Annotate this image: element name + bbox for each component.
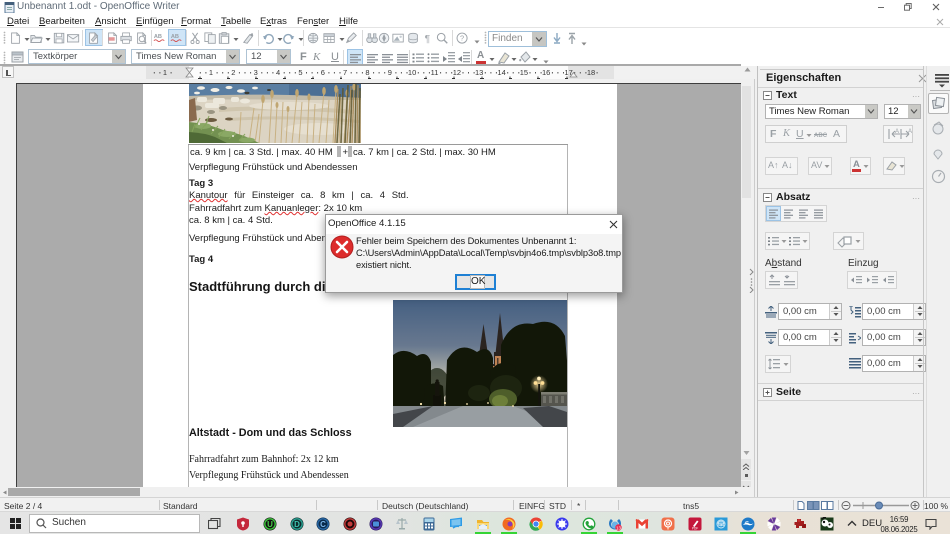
svg-text:?: ? xyxy=(460,34,464,43)
svg-text:C: C xyxy=(320,520,326,529)
svg-text:1: 1 xyxy=(209,68,213,77)
svg-text:9: 9 xyxy=(388,68,392,77)
svg-text:4: 4 xyxy=(276,68,280,77)
svg-text:13: 13 xyxy=(616,526,622,531)
svg-text:AB: AB xyxy=(154,34,162,40)
svg-text:GB: GB xyxy=(718,522,724,527)
svg-text:13: 13 xyxy=(475,68,483,77)
svg-text:3: 3 xyxy=(254,68,258,77)
svg-text:D: D xyxy=(294,520,300,529)
svg-text:1: 1 xyxy=(163,68,167,77)
svg-text:¶: ¶ xyxy=(425,34,431,44)
svg-text:PDF: PDF xyxy=(692,527,698,531)
svg-text:AB: AB xyxy=(171,34,179,40)
svg-text:6: 6 xyxy=(321,68,325,77)
svg-text:15: 15 xyxy=(520,68,528,77)
svg-text:11: 11 xyxy=(431,68,439,77)
svg-text:12: 12 xyxy=(453,68,461,77)
svg-text:7: 7 xyxy=(343,68,347,77)
svg-text:8: 8 xyxy=(365,68,369,77)
svg-text:A: A xyxy=(908,129,912,135)
svg-text:18: 18 xyxy=(587,68,595,77)
svg-text:14: 14 xyxy=(497,68,505,77)
svg-text:2: 2 xyxy=(231,68,235,77)
svg-text:16: 16 xyxy=(542,68,550,77)
svg-text:10: 10 xyxy=(408,68,416,77)
svg-text:5: 5 xyxy=(298,68,302,77)
svg-text:U: U xyxy=(267,520,273,529)
